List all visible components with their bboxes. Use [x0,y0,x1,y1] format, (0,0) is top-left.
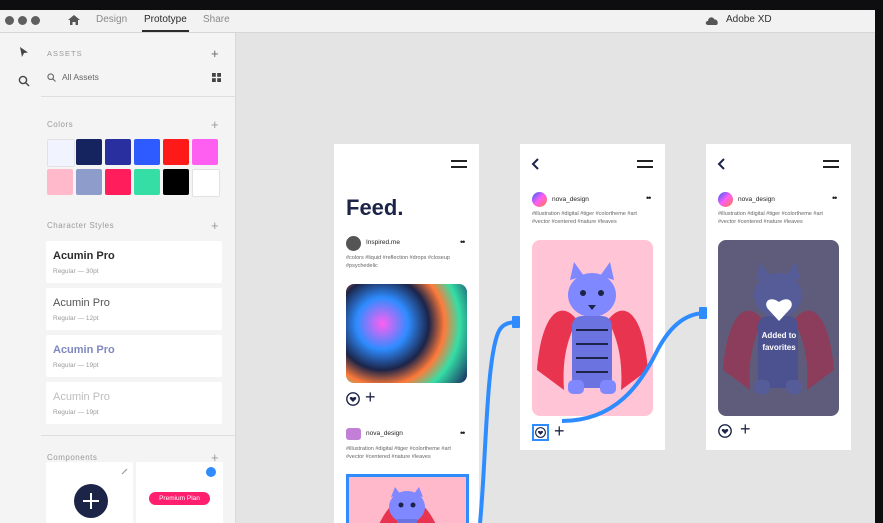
tab-prototype[interactable]: Prototype [144,14,187,25]
close-window-button[interactable] [5,16,14,25]
add-character-style-button[interactable]: + [211,219,219,232]
color-swatch[interactable] [134,139,160,165]
color-swatch[interactable] [47,169,73,195]
character-style-name: Acumin Pro [53,391,110,403]
character-style-name: Acumin Pro [53,297,110,309]
grid-view-icon[interactable] [212,73,221,82]
color-swatch[interactable] [192,169,220,197]
link-icon [206,467,216,477]
component-card-premium-plan[interactable]: Premium Plan [136,462,223,523]
color-swatch[interactable] [76,169,102,195]
add-asset-button[interactable]: + [211,47,219,60]
color-swatch[interactable] [47,139,75,167]
link-icon [121,468,128,475]
zoom-tool-icon[interactable] [18,75,30,87]
color-swatch[interactable] [76,139,102,165]
divider [41,435,235,436]
prototype-wire-feed-to-detail[interactable] [478,320,521,523]
prototype-wire-detail-to-favorites[interactable] [561,311,707,423]
assets-header: ASSETS [47,49,83,58]
character-style-detail: Regular — 12pt [53,315,99,322]
search-icon [47,73,56,82]
tab-design[interactable]: Design [96,14,127,25]
wire-connector[interactable] [512,316,520,328]
premium-plan-button-preview: Premium Plan [149,492,210,505]
components-section-label: Components [47,453,98,462]
character-style-card[interactable]: Acumin Pro Regular — 30pt [46,241,222,283]
title-bar: Design Prototype Share Adobe XD [0,10,875,33]
color-swatch[interactable] [192,139,218,165]
component-card-add-button[interactable] [46,462,133,523]
color-swatch[interactable] [105,139,131,165]
color-swatch[interactable] [163,169,189,195]
add-color-button[interactable]: + [211,118,219,131]
character-style-detail: Regular — 19pt [53,409,99,416]
maximize-window-button[interactable] [31,16,40,25]
character-style-card[interactable]: Acumin Pro Regular — 19pt [46,382,222,424]
color-swatch[interactable] [105,169,131,195]
character-style-name: Acumin Pro [53,250,115,262]
tab-share[interactable]: Share [203,14,230,25]
colors-section-label: Colors [47,120,74,129]
home-icon[interactable] [67,14,81,26]
prototype-wires [478,307,707,523]
cloud-icon [705,17,718,25]
assets-search-input[interactable]: All Assets [62,72,99,82]
active-tab-indicator [142,30,189,32]
select-tool-icon[interactable] [19,46,29,58]
add-button-component-preview [74,484,108,518]
adobe-xd-window: Design Prototype Share Adobe XD ASSETS +… [0,10,875,523]
character-style-card[interactable]: Acumin Pro Regular — 19pt [46,335,222,377]
character-style-card[interactable]: Acumin Pro Regular — 12pt [46,288,222,330]
character-style-detail: Regular — 19pt [53,362,99,369]
color-swatch[interactable] [163,139,189,165]
minimize-window-button[interactable] [18,16,27,25]
color-swatch[interactable] [134,169,160,195]
character-styles-label: Character Styles [47,221,115,230]
design-canvas[interactable]: Feed. Inspired.me •• #colors #liquid #re… [236,33,875,523]
wire-connector[interactable] [699,307,707,319]
character-style-detail: Regular — 30pt [53,268,99,275]
tool-bar [0,33,42,523]
character-style-name: Acumin Pro [53,344,115,356]
assets-panel: ASSETS + All Assets Colors + Character S… [41,33,236,523]
app-name: Adobe XD [726,14,772,25]
divider [41,96,235,97]
